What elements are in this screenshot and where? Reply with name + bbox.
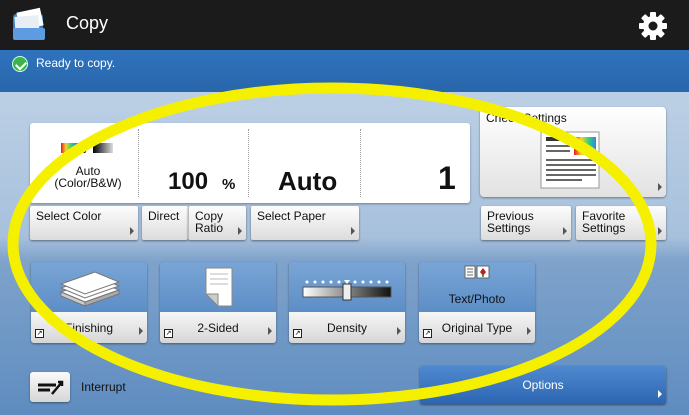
check-settings-label: Check Settings	[486, 111, 567, 125]
select-color-label: Select Color	[36, 209, 102, 223]
copy-ratio-unit: %	[222, 176, 236, 193]
favorite-settings-button[interactable]: Favorite Settings	[576, 206, 666, 240]
original-type-label: Original Type	[441, 321, 513, 335]
paper-stack-icon	[59, 271, 121, 307]
direct-button[interactable]: Direct	[142, 206, 188, 240]
expand-icon: ↗	[293, 329, 302, 338]
arrow-right-icon	[563, 227, 567, 235]
original-type-tile[interactable]: Text/Photo Original Type ↗	[419, 262, 535, 343]
arrow-right-icon	[238, 227, 242, 235]
arrow-right-icon	[527, 327, 531, 335]
page-title: Copy	[66, 13, 109, 33]
copy-app-icon	[13, 7, 45, 40]
expand-icon: ↗	[423, 329, 432, 338]
divider	[360, 129, 361, 197]
expand-icon: ↗	[35, 329, 44, 338]
direct-label: Direct	[148, 209, 180, 223]
title-bar: Copy	[0, 0, 689, 50]
gear-icon[interactable]	[638, 11, 668, 41]
interrupt-button[interactable]	[30, 372, 70, 402]
arrow-right-icon	[658, 227, 662, 235]
interrupt-icon	[38, 380, 64, 395]
copy-ratio-label: Copy Ratio	[195, 209, 224, 235]
color-bw-icon	[61, 143, 113, 153]
arrow-right-icon	[351, 227, 355, 235]
density-tile[interactable]: Density ↗	[289, 262, 405, 343]
previous-settings-label: Previous Settings	[487, 209, 534, 235]
original-type-caption: Text/Photo	[448, 292, 506, 306]
finishing-tile[interactable]: Finishing ↗	[31, 262, 147, 343]
favorite-settings-label: Favorite Settings	[582, 209, 626, 235]
original-type-icon	[464, 265, 490, 279]
arrow-right-icon	[268, 327, 272, 335]
expand-icon: ↗	[164, 329, 173, 338]
check-circle-icon	[12, 56, 28, 72]
select-paper-button[interactable]: Select Paper	[251, 206, 359, 240]
document-preview-icon	[540, 131, 600, 189]
arrow-right-icon	[139, 327, 143, 335]
paper-value: Auto	[278, 166, 338, 196]
density-slider-icon	[302, 280, 392, 301]
density-label: Density	[326, 321, 367, 335]
options-label: Options	[522, 378, 564, 392]
select-paper-label: Select Paper	[257, 209, 326, 223]
arrow-right-icon	[658, 183, 662, 191]
copy-ratio-value: 100	[168, 168, 209, 195]
two-sided-tile[interactable]: 2-Sided ↗	[160, 262, 276, 343]
copy-settings-panel: Auto (Color/B&W)	[30, 123, 470, 203]
arrow-right-icon	[397, 327, 401, 335]
status-bar: Ready to copy.	[0, 50, 689, 92]
divider	[248, 129, 249, 197]
status-text: Ready to copy.	[36, 56, 116, 70]
check-settings-button[interactable]: Check Settings	[480, 107, 666, 197]
two-sided-label: 2-Sided	[197, 321, 239, 335]
divider	[138, 129, 139, 197]
copies-count: 1	[438, 160, 456, 196]
arrow-right-icon	[658, 390, 662, 398]
copy-ratio-button[interactable]: Copy Ratio	[188, 206, 246, 240]
arrow-right-icon	[130, 227, 134, 235]
previous-settings-button[interactable]: Previous Settings	[481, 206, 571, 240]
interrupt-label: Interrupt	[81, 380, 126, 394]
two-sided-page-icon	[204, 267, 233, 308]
select-color-button[interactable]: Select Color	[30, 206, 138, 240]
color-mode-value: Auto (Color/B&W)	[54, 164, 122, 190]
finishing-label: Finishing	[64, 321, 114, 335]
options-button[interactable]: Options	[420, 366, 666, 404]
